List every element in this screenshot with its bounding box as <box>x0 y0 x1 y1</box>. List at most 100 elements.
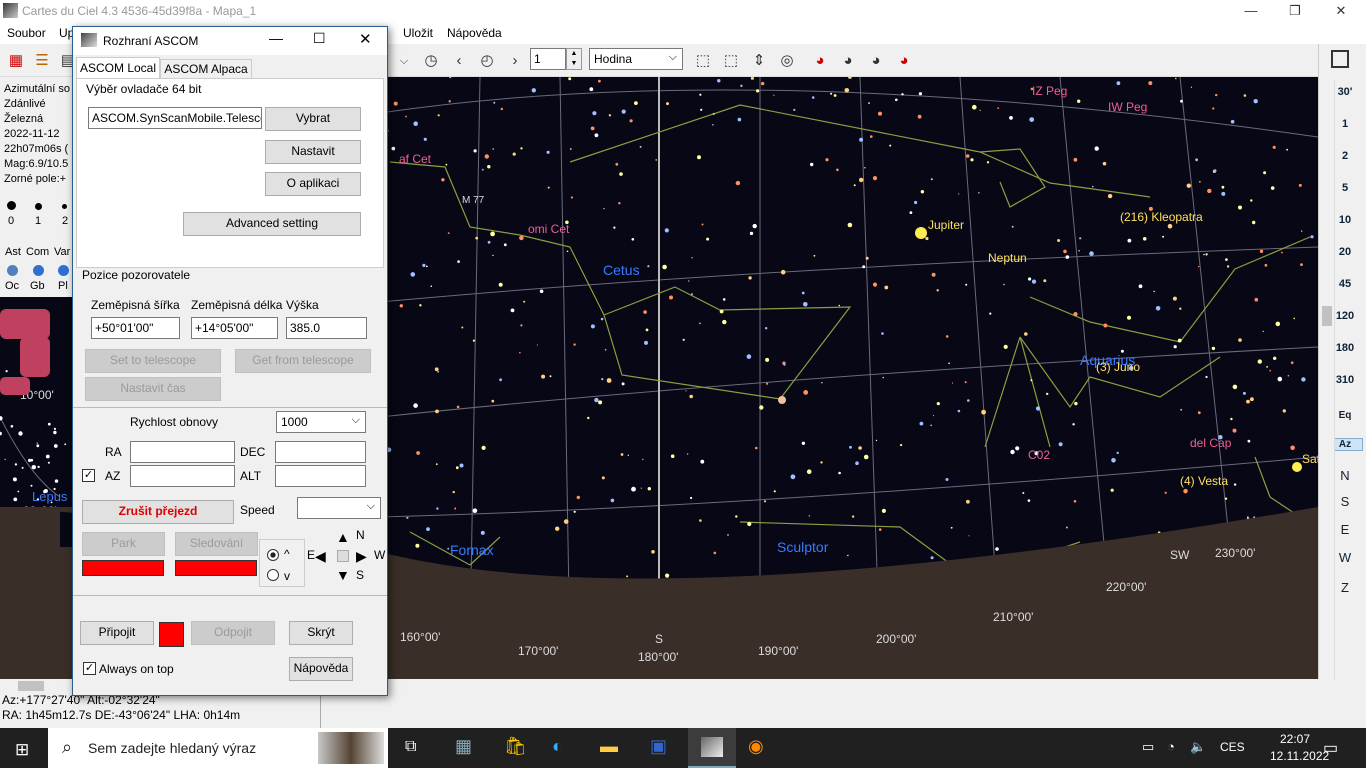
language-indicator[interactable]: CES <box>1220 740 1245 754</box>
menu-save[interactable]: Uložit <box>403 26 433 40</box>
get-from-telescope-button[interactable]: Get from telescope <box>235 349 371 373</box>
calculator-icon[interactable]: ▦ <box>455 736 472 757</box>
star <box>868 102 870 105</box>
window-mode-icon[interactable] <box>1331 50 1349 68</box>
menu-help[interactable]: Nápověda <box>447 26 502 40</box>
windows-start-icon[interactable]: ⊞ <box>15 740 29 760</box>
star <box>749 231 754 236</box>
connect-button[interactable]: Připojit <box>80 621 154 645</box>
help-button[interactable]: Nápověda <box>289 657 353 681</box>
notification-icon[interactable]: ▭ <box>1323 738 1338 758</box>
forward-icon[interactable]: › <box>504 50 526 72</box>
time-unit-select[interactable]: Hodina <box>589 47 683 70</box>
horizontal-scroll-thumb[interactable] <box>18 681 44 691</box>
star <box>801 441 806 445</box>
telescope-slew-icon[interactable]: ◕ <box>865 50 887 72</box>
refresh-select[interactable]: 1000 <box>276 410 366 433</box>
hide-button[interactable]: Skrýt <box>289 621 353 645</box>
back-icon[interactable]: ‹ <box>448 50 470 72</box>
longitude-input[interactable]: +14°05'00" <box>191 317 278 339</box>
dropdown-arrow-icon[interactable]: ⌵ <box>393 50 415 72</box>
star <box>688 280 690 282</box>
clock-date[interactable]: 12.11.2022 <box>1270 749 1329 763</box>
menu-file[interactable]: Soubor <box>7 26 46 40</box>
edge-icon[interactable]: ◐ <box>552 736 563 757</box>
dialog-close-icon[interactable]: ✕ <box>359 30 372 48</box>
taskbar-search[interactable]: ⌕ Sem zadejte hledaný výraz <box>48 728 388 768</box>
volume-icon[interactable]: 🔈 <box>1190 739 1206 755</box>
move-north-icon[interactable]: ▲ <box>336 529 350 545</box>
task-view-icon[interactable]: ⧉ <box>405 738 416 756</box>
clock-icon[interactable]: ◷ <box>420 50 442 72</box>
select-driver-button[interactable]: Vybrat <box>265 107 361 131</box>
star <box>930 178 933 181</box>
close-icon[interactable]: ✕ <box>1318 0 1364 22</box>
move-east-icon[interactable]: ◀ <box>315 548 326 565</box>
star <box>13 497 18 502</box>
set-to-telescope-button[interactable]: Set to telescope <box>85 349 221 373</box>
now-icon[interactable]: ◴ <box>476 50 498 72</box>
always-on-top-checkbox[interactable]: ✓ <box>83 662 96 675</box>
star <box>1167 223 1173 229</box>
tab-ascom-alpaca[interactable]: ASCOM Alpaca <box>160 59 252 79</box>
stop-move-button[interactable] <box>337 550 349 562</box>
restore-icon[interactable]: ❐ <box>1272 0 1318 22</box>
time-step-input[interactable]: 1 <box>530 48 566 70</box>
tracking-button[interactable]: Sledování <box>175 532 258 556</box>
planet-marker[interactable] <box>778 396 786 404</box>
calendar-icon[interactable]: ▦ <box>5 50 27 72</box>
pan-icon[interactable]: ⇕ <box>748 50 770 72</box>
dialog-minimize-icon[interactable]: — <box>269 30 283 46</box>
jupiter-marker[interactable] <box>915 227 927 239</box>
ra-input[interactable] <box>130 441 235 463</box>
dialog-maximize-icon[interactable]: ☐ <box>313 30 326 47</box>
star <box>520 147 523 150</box>
driver-input[interactable]: ASCOM.SynScanMobile.Telesco <box>88 107 262 129</box>
cartes-du-ciel-taskbar-button[interactable] <box>688 728 736 768</box>
speed-select[interactable] <box>297 496 381 519</box>
star <box>573 510 576 513</box>
set-time-button[interactable]: Nastavit čas <box>85 377 221 401</box>
star <box>950 526 953 529</box>
zoom-out-frame-icon[interactable]: ⬚ <box>720 50 742 72</box>
abort-slew-button[interactable]: Zrušit přejezd <box>82 500 234 524</box>
star <box>706 237 710 241</box>
telescope-abort-icon[interactable]: ◕ <box>893 50 915 72</box>
clock-time[interactable]: 22:07 <box>1280 732 1310 746</box>
altitude-input[interactable]: 385.0 <box>286 317 367 339</box>
app-eye-icon[interactable]: ◉ <box>748 736 764 757</box>
telescope-icon[interactable]: ◕ <box>809 50 831 72</box>
vertical-scroll-thumb[interactable] <box>1322 306 1332 326</box>
dec-input[interactable] <box>275 441 366 463</box>
list-icon[interactable]: ☰ <box>31 50 53 72</box>
az-input[interactable] <box>130 465 235 487</box>
radio-down[interactable] <box>267 569 279 581</box>
file-explorer-icon[interactable]: ▬ <box>600 736 618 757</box>
zoom-frame-icon[interactable]: ⬚ <box>692 50 714 72</box>
minimize-icon[interactable]: — <box>1228 0 1274 22</box>
az-label-160: 160°00' <box>400 630 440 644</box>
wifi-icon[interactable]: ◔ <box>1167 739 1175 754</box>
spin-arrows-icon[interactable]: ▲ ▼ <box>566 48 582 70</box>
store-icon[interactable]: 🛍 <box>504 736 527 757</box>
vertical-scrollbar[interactable] <box>1319 80 1335 680</box>
network-icon[interactable]: ▭ <box>1142 739 1154 755</box>
latitude-input[interactable]: +50°01'00" <box>91 317 180 339</box>
save-app-icon[interactable]: ▣ <box>650 736 667 757</box>
disconnect-button[interactable]: Odpojit <box>191 621 275 645</box>
telescope-sync-icon[interactable]: ◕ <box>837 50 859 72</box>
tab-ascom-local[interactable]: ASCOM Local <box>76 57 160 79</box>
star <box>419 304 422 307</box>
park-button[interactable]: Park <box>82 532 165 556</box>
move-west-icon[interactable]: ▶ <box>356 548 367 565</box>
radio-up[interactable] <box>267 549 279 561</box>
advanced-setting-button[interactable]: Advanced setting <box>183 212 361 236</box>
saturn-marker[interactable] <box>1292 462 1302 472</box>
move-south-icon[interactable]: ▼ <box>336 567 350 583</box>
setup-button[interactable]: Nastavit <box>265 140 361 164</box>
star <box>986 161 990 164</box>
azalt-checkbox[interactable]: ✓ <box>82 469 95 482</box>
alt-coord-input[interactable] <box>275 465 366 487</box>
about-button[interactable]: O aplikaci <box>265 172 361 196</box>
center-icon[interactable]: ◎ <box>776 50 798 72</box>
